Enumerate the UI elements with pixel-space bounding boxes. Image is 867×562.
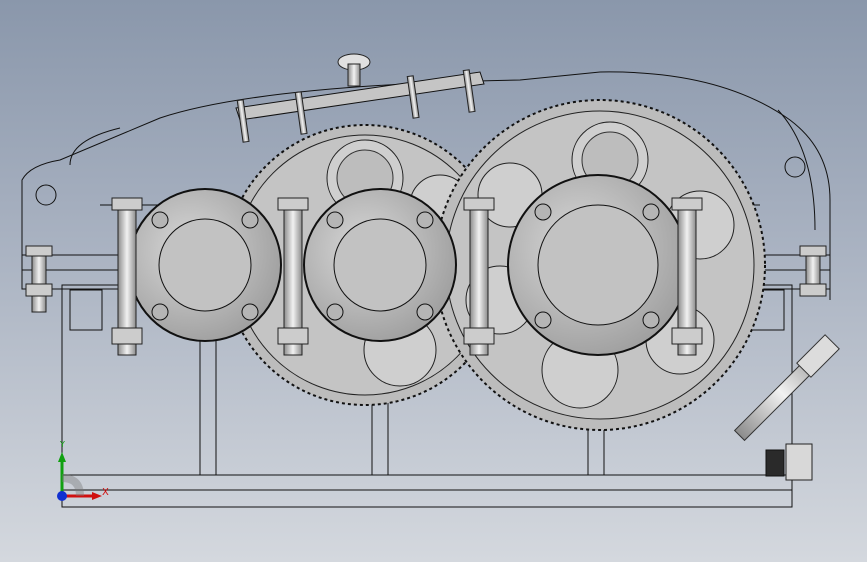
graphics-viewport[interactable]: X Y <box>0 0 867 562</box>
vent-cap[interactable] <box>337 53 371 87</box>
drain-plug[interactable] <box>765 443 813 481</box>
x-axis-label: X <box>102 487 109 498</box>
bearing-cap-left[interactable] <box>128 188 282 342</box>
y-axis-label: Y <box>60 440 65 449</box>
bolt-5[interactable] <box>25 245 53 313</box>
oil-dipstick[interactable] <box>733 334 840 442</box>
gearbox-model[interactable] <box>0 0 867 562</box>
bolt-6[interactable] <box>799 245 827 297</box>
bearing-cap-right[interactable] <box>507 174 689 356</box>
bearing-cap-middle[interactable] <box>303 188 457 342</box>
